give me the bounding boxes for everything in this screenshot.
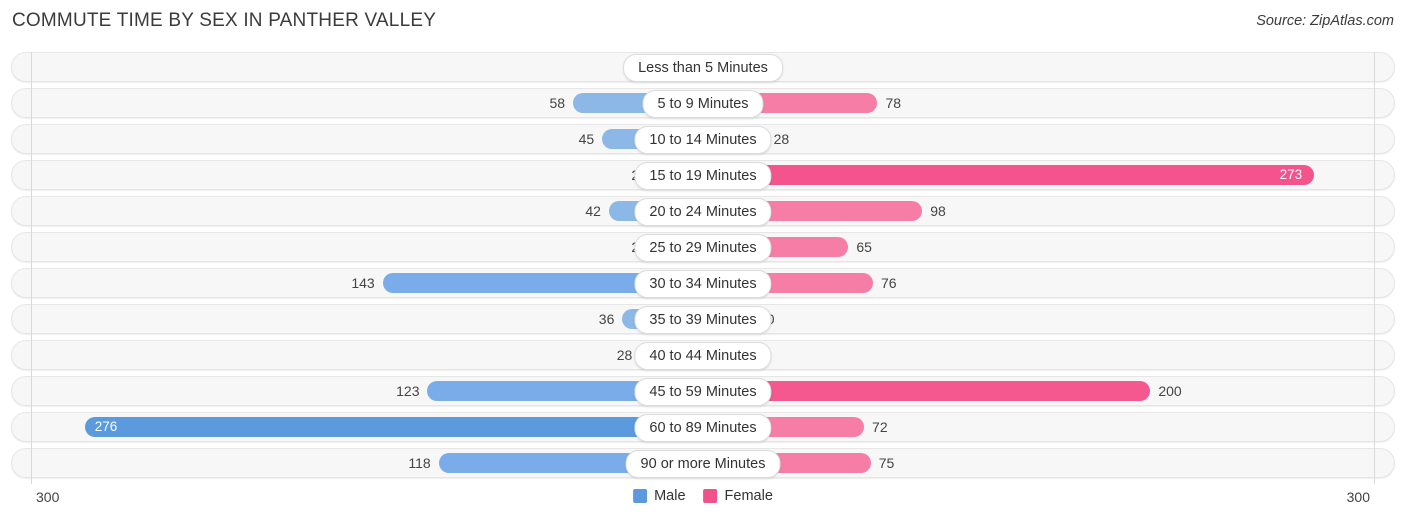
bar-row: 28040 to 44 Minutes: [0, 340, 1406, 370]
bar-row: 45 28 10 to 14 Minutes: [0, 124, 1406, 154]
bar-male[interactable]: [84, 417, 703, 437]
plot-area: 00Less than 5 Minutes 58 78 5 to 9 Minutes 4…: [0, 52, 1406, 484]
category-label: 60 to 89 Minutes: [634, 414, 772, 442]
category-label: 35 to 39 Minutes: [634, 306, 772, 334]
category-label: 90 or more Minutes: [625, 450, 781, 478]
bar-row: 276 72 60 to 89 Minutes: [0, 412, 1406, 442]
legend-label: Female: [724, 488, 773, 504]
bar-value-male: 36: [598, 311, 615, 327]
chart-footer: 300 300 Male Female: [0, 484, 1406, 523]
legend-swatch-icon: [703, 489, 718, 503]
bar-value-male: 58: [549, 95, 566, 111]
category-label: 5 to 9 Minutes: [642, 90, 764, 118]
bar-row: 00Less than 5 Minutes: [0, 52, 1406, 82]
bar-value-male: 42: [585, 203, 601, 219]
bar-rows-host: 00Less than 5 Minutes 58 78 5 to 9 Minutes 4…: [0, 52, 1406, 478]
category-label: Less than 5 Minutes: [623, 54, 783, 82]
legend-item[interactable]: Female: [703, 488, 773, 504]
bar-value-female: 65: [856, 239, 872, 255]
bar-row: 362035 to 39 Minutes: [0, 304, 1406, 334]
bar-row: 58 78 5 to 9 Minutes: [0, 88, 1406, 118]
bar-row: 2027315 to 19 Minutes: [0, 160, 1406, 190]
category-label: 30 to 34 Minutes: [634, 270, 772, 298]
category-label: 45 to 59 Minutes: [634, 378, 772, 406]
bar-row: 42 98 20 to 24 Minutes: [0, 196, 1406, 226]
bar-value-female: 200: [1158, 383, 1182, 399]
category-label: 25 to 29 Minutes: [634, 234, 772, 262]
bar-row: 118 75 90 or more Minutes: [0, 448, 1406, 478]
page-title: COMMUTE TIME BY SEX IN PANTHER VALLEY: [12, 10, 437, 31]
bar-value-male: 276: [94, 419, 118, 434]
axis-label-right: 300: [1346, 489, 1370, 505]
bar-value-female: 72: [872, 419, 888, 435]
bar-row: 123 200 45 to 59 Minutes: [0, 376, 1406, 406]
legend-item[interactable]: Male: [633, 488, 686, 504]
category-label: 20 to 24 Minutes: [634, 198, 772, 226]
bar-female[interactable]: [703, 165, 1314, 185]
bar-value-female: 28: [773, 131, 790, 147]
category-label: 15 to 19 Minutes: [634, 162, 772, 190]
chart-container: COMMUTE TIME BY SEX IN PANTHER VALLEY So…: [0, 0, 1406, 523]
bar-row: 143 76 30 to 34 Minutes: [0, 268, 1406, 298]
bar-value-female: 98: [930, 203, 946, 219]
bar-value-male: 143: [351, 275, 375, 291]
bar-value-male: 118: [408, 455, 431, 471]
source-attribution: Source: ZipAtlas.com: [1256, 13, 1394, 29]
bar-row: 206525 to 29 Minutes: [0, 232, 1406, 262]
bar-value-female: 75: [878, 455, 895, 471]
bar-value-male: 28: [616, 347, 633, 363]
chart-legend: Male Female: [633, 488, 773, 504]
bar-value-female: 76: [880, 275, 897, 291]
bar-value-male: 45: [578, 131, 595, 147]
legend-label: Male: [654, 488, 686, 504]
bar-value-female: 273: [1279, 167, 1303, 182]
bar-value-male: 123: [396, 383, 420, 399]
bar-value-female: 78: [885, 95, 902, 111]
legend-swatch-icon: [633, 489, 648, 503]
category-label: 40 to 44 Minutes: [634, 342, 772, 370]
category-label: 10 to 14 Minutes: [634, 126, 772, 154]
axis-label-left: 300: [36, 489, 60, 505]
